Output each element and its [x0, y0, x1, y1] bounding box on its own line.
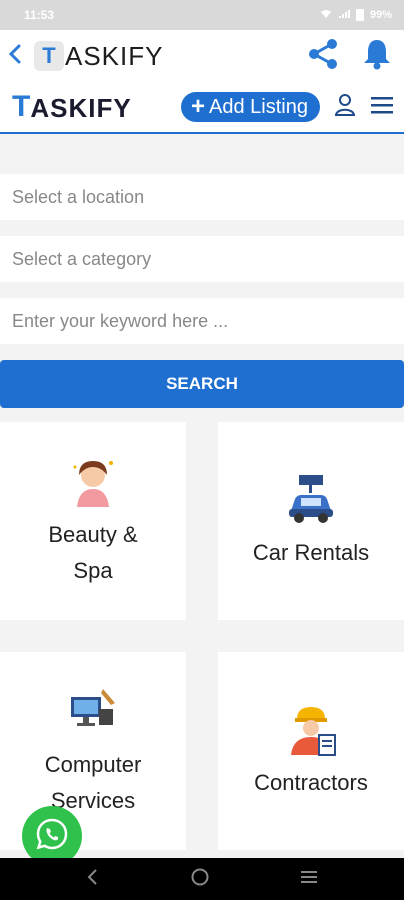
category-grid: Beauty & Spa Car Rentals Computer Servic… — [0, 422, 404, 850]
system-nav-bar — [0, 858, 404, 900]
category-select[interactable]: Select a category — [0, 236, 404, 282]
app-title: ASKIFY — [65, 40, 164, 71]
category-card-beauty-spa[interactable]: Beauty & Spa — [0, 422, 186, 620]
nav-recents-icon[interactable] — [299, 868, 319, 891]
location-select[interactable]: Select a location — [0, 174, 404, 220]
status-bar: 11:53 99% — [0, 0, 404, 30]
category-label: Car Rentals — [252, 540, 370, 565]
nav-back-icon[interactable] — [85, 868, 101, 891]
category-card-contractors[interactable]: Contractors — [218, 652, 404, 850]
category-card-car-rentals[interactable]: Car Rentals — [218, 422, 404, 620]
app-logo: T — [34, 41, 64, 71]
category-label: Beauty & Spa — [48, 522, 138, 583]
whatsapp-icon — [35, 817, 69, 856]
car-rental-icon — [283, 471, 339, 527]
nav-home-icon[interactable] — [190, 867, 210, 892]
contractor-icon — [283, 701, 339, 757]
site-logo[interactable]: T ASKIFY — [12, 90, 132, 124]
battery-icon — [355, 9, 364, 21]
bell-icon[interactable] — [362, 38, 392, 75]
site-logo-initial: T — [12, 90, 32, 123]
add-listing-button[interactable]: + Add Listing — [181, 92, 320, 122]
hamburger-menu-icon[interactable] — [370, 95, 394, 120]
category-label: Contractors — [254, 770, 368, 795]
share-icon[interactable] — [306, 37, 340, 76]
plus-icon: + — [191, 93, 206, 120]
search-button[interactable]: SEARCH — [0, 360, 404, 408]
status-time: 11:53 — [24, 8, 55, 22]
computer-services-icon — [65, 683, 121, 739]
site-header: T ASKIFY + Add Listing — [0, 82, 404, 134]
wifi-icon — [320, 9, 332, 22]
user-icon[interactable] — [334, 93, 356, 122]
back-icon[interactable] — [8, 43, 30, 69]
beauty-spa-icon — [65, 453, 121, 509]
app-bar: T ASKIFY — [0, 30, 404, 82]
signal-icon — [338, 9, 350, 22]
status-indicators: 99% — [320, 9, 392, 22]
search-form: Select a location Select a category Ente… — [0, 134, 404, 408]
whatsapp-button[interactable] — [22, 806, 82, 866]
keyword-input[interactable]: Enter your keyword here ... — [0, 298, 404, 344]
add-listing-label: Add Listing — [209, 95, 308, 118]
battery-percent: 99% — [369, 9, 392, 21]
site-logo-text: ASKIFY — [30, 93, 132, 123]
